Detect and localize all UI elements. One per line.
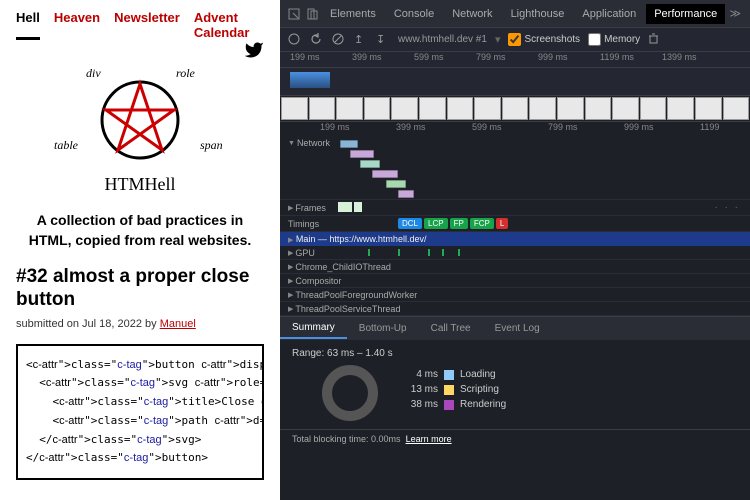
subtab-eventlog[interactable]: Event Log (483, 319, 552, 338)
perf-toolbar: ↥ ↧ www.htmhell.dev #1 ▾ Screenshots Mem… (280, 28, 750, 52)
blocking-footer: Total blocking time: 0.00ms Learn more (280, 429, 750, 448)
subtab-bottomup[interactable]: Bottom-Up (347, 319, 419, 338)
author-link[interactable]: Manuel (160, 318, 196, 330)
track-gpu: GPU (295, 248, 315, 258)
clear-icon[interactable] (332, 33, 346, 47)
tab-network[interactable]: Network (444, 4, 500, 24)
filmstrip[interactable] (280, 96, 750, 122)
flame-chart[interactable]: ▼Network ▶Frames · · · Timings DCLLCPFPF… (280, 136, 750, 316)
nav-hell[interactable]: Hell (16, 10, 40, 40)
site-tagline: A collection of bad practices in HTML, c… (16, 211, 264, 250)
overview-ruler[interactable]: 199 ms399 ms599 ms799 ms999 ms1199 ms139… (280, 52, 750, 68)
more-tabs-icon[interactable]: ≫ (727, 6, 743, 22)
subtab-summary[interactable]: Summary (280, 318, 347, 339)
code-sample: <c-attr">class="c-tag">button c-attr">di… (16, 344, 264, 480)
post-title: #32 almost a proper close button (16, 266, 264, 312)
pentagram-icon (90, 70, 190, 170)
tab-performance[interactable]: Performance (646, 4, 725, 24)
summary-panel: Range: 63 ms – 1.40 s 4 msLoading13 msSc… (280, 340, 750, 429)
logo-label-div: div (86, 66, 101, 81)
memory-checkbox[interactable]: Memory (588, 33, 640, 46)
reload-icon[interactable] (310, 33, 324, 47)
timeline-ruler[interactable]: 199 ms399 ms599 ms799 ms999 ms1199 (280, 122, 750, 136)
site-logo: div role table span HTMHell (16, 70, 264, 195)
site-title: HTMHell (16, 174, 264, 195)
track-main[interactable]: ▶ Main — https://www.htmhell.dev/ (280, 232, 750, 246)
trash-icon[interactable] (648, 33, 662, 47)
twitter-icon[interactable] (244, 40, 264, 65)
nav-newsletter[interactable]: Newsletter (114, 10, 180, 40)
tab-lighthouse[interactable]: Lighthouse (503, 4, 573, 24)
time-donut (322, 365, 378, 421)
tab-elements[interactable]: Elements (322, 4, 384, 24)
record-icon[interactable] (288, 33, 302, 47)
summary-tabs: Summary Bottom-Up Call Tree Event Log (280, 316, 750, 340)
nav-advent[interactable]: Advent Calendar (194, 10, 264, 40)
tab-application[interactable]: Application (574, 4, 644, 24)
load-icon[interactable]: ↥ (354, 33, 368, 47)
post-meta: submitted on Jul 18, 2022 by Manuel (16, 318, 264, 330)
screenshots-checkbox[interactable]: Screenshots (508, 33, 580, 46)
save-icon[interactable]: ↧ (376, 33, 390, 47)
track-network: Network (297, 138, 330, 148)
logo-label-table: table (54, 138, 78, 153)
subtab-calltree[interactable]: Call Tree (419, 319, 483, 338)
track-timings: Timings (288, 219, 319, 229)
nav-heaven[interactable]: Heaven (54, 10, 100, 40)
track-frames: Frames (295, 203, 326, 213)
site-nav: Hell Heaven Newsletter Advent Calendar (16, 10, 264, 40)
recording-url[interactable]: www.htmhell.dev #1 (398, 34, 487, 45)
logo-label-span: span (200, 138, 223, 153)
device-icon[interactable] (304, 6, 320, 22)
devtools-tabs: Elements Console Network Lighthouse Appl… (280, 0, 750, 28)
range-text: Range: 63 ms – 1.40 s (292, 348, 738, 359)
overview-chart[interactable] (280, 68, 750, 96)
tab-console[interactable]: Console (386, 4, 442, 24)
inspect-icon[interactable] (286, 6, 302, 22)
logo-label-role: role (176, 66, 195, 81)
learn-more-link[interactable]: Learn more (406, 434, 452, 444)
